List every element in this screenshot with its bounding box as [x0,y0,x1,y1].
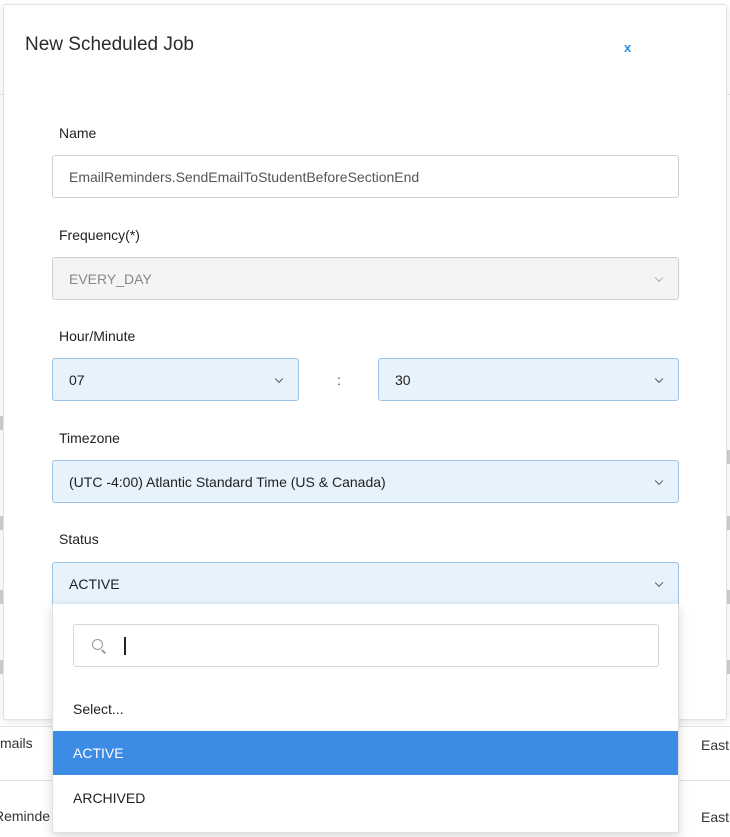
chevron-down-icon [654,374,664,383]
option-label: ACTIVE [73,745,124,761]
hour-select[interactable]: 07 [52,358,299,401]
frequency-select[interactable]: EVERY_DAY [52,257,679,300]
timezone-value: (UTC -4:00) Atlantic Standard Time (US &… [69,473,386,490]
timezone-select[interactable]: (UTC -4:00) Atlantic Standard Time (US &… [52,460,679,503]
search-icon [92,639,103,650]
name-value: EmailReminders.SendEmailToStudentBeforeS… [69,168,420,185]
hour-value: 07 [69,371,85,388]
minute-select[interactable]: 30 [378,358,679,401]
chevron-down-icon [654,273,664,282]
dropdown-option-active[interactable]: ACTIVE [53,731,678,775]
hour-minute-label: Hour/Minute [59,328,136,344]
background-row-text: Reminde [0,808,51,824]
frequency-value: EVERY_DAY [69,270,152,287]
background-row-text: East [701,737,730,753]
background-row-text: East [701,809,730,825]
timezone-label: Timezone [59,430,120,446]
status-value: ACTIVE [69,575,120,592]
option-label: Select... [73,701,124,717]
status-label: Status [59,531,99,547]
dropdown-option-select[interactable]: Select... [53,687,678,731]
dropdown-option-archived[interactable]: ARCHIVED [53,776,678,820]
status-dropdown-menu: Select... ACTIVE ARCHIVED [52,604,679,833]
modal-title: New Scheduled Job [25,34,194,55]
minute-value: 30 [395,371,411,388]
chevron-down-icon [274,374,284,383]
text-cursor [124,637,126,655]
chevron-down-icon [654,476,664,485]
close-icon[interactable]: x [624,40,631,55]
name-label: Name [59,125,97,141]
status-select[interactable]: ACTIVE [52,562,679,605]
time-separator: : [337,372,341,388]
dropdown-search-input[interactable] [120,633,644,661]
frequency-label: Frequency(*) [59,227,140,243]
option-label: ARCHIVED [73,790,146,806]
chevron-down-icon [654,578,664,587]
name-field[interactable]: EmailReminders.SendEmailToStudentBeforeS… [52,155,679,198]
dropdown-search-box[interactable] [73,624,659,667]
background-row-text: mails [0,735,33,751]
